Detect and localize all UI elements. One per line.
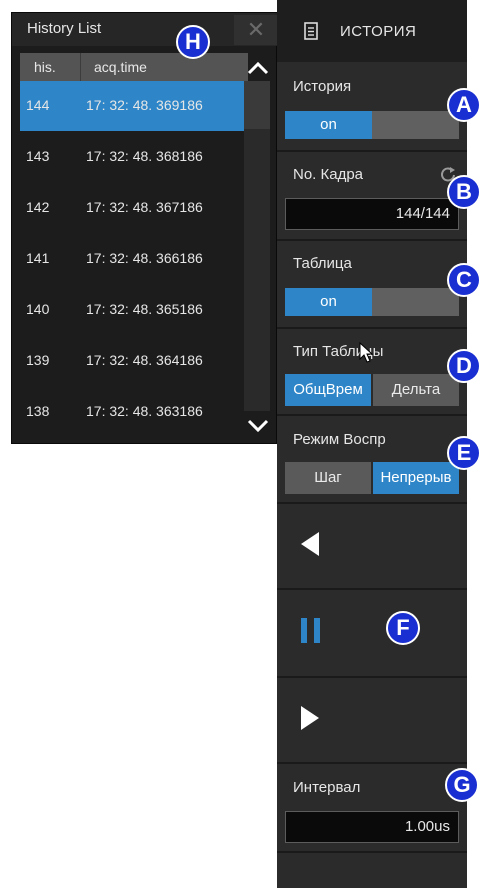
history-list-title: History List	[27, 20, 102, 37]
table-row[interactable]: 138 17: 32: 48. 363186	[20, 387, 248, 437]
history-toggle[interactable]: on	[285, 111, 459, 139]
chevron-up-icon[interactable]	[246, 59, 270, 77]
history-label: История	[293, 78, 352, 95]
scroll-thumb[interactable]	[244, 81, 270, 129]
row-time: 17: 32: 48. 364186	[86, 352, 203, 368]
interval-field[interactable]: 1.00us	[285, 811, 459, 843]
table-row[interactable]: 144 17: 32: 48. 369186	[20, 81, 248, 131]
column-header-acq-time: acq.time	[94, 59, 147, 75]
history-list-panel: History List ✕ his. acq.time 144 17: 32:…	[11, 12, 278, 444]
play-backward-icon	[301, 532, 319, 556]
row-time: 17: 32: 48. 369186	[86, 97, 203, 113]
table-label: Таблица	[293, 255, 352, 272]
table-type-delta-button[interactable]: Дельта	[373, 374, 459, 406]
row-index: 143	[26, 148, 50, 164]
callout-badge-e: E	[447, 436, 481, 470]
document-icon	[304, 22, 318, 40]
table-toggle[interactable]: on	[285, 288, 459, 316]
frame-number-label: No. Кадра	[293, 166, 364, 183]
row-time: 17: 32: 48. 363186	[86, 403, 203, 419]
callout-badge-f: F	[386, 611, 420, 645]
history-scrollbar[interactable]	[242, 53, 278, 443]
chevron-down-icon[interactable]	[246, 417, 270, 435]
close-button[interactable]: ✕	[234, 15, 278, 45]
menu-header: ИСТОРИЯ	[277, 0, 467, 62]
callout-badge-c: C	[447, 263, 481, 297]
table-toggle-on[interactable]: on	[285, 288, 372, 316]
interval-label: Интервал	[293, 779, 361, 796]
callout-badge-a: A	[447, 88, 481, 122]
menu-divider	[277, 150, 467, 152]
history-toggle-on[interactable]: on	[285, 111, 372, 139]
close-icon: ✕	[246, 17, 266, 42]
menu-title: ИСТОРИЯ	[340, 23, 417, 40]
mouse-cursor-icon	[359, 342, 373, 363]
column-divider	[80, 53, 81, 81]
menu-divider	[277, 239, 467, 241]
row-index: 139	[26, 352, 50, 368]
row-index: 141	[26, 250, 50, 266]
table-type-total-time-button[interactable]: ОбщВрем	[285, 374, 371, 406]
callout-badge-d: D	[447, 349, 481, 383]
play-forward-icon	[301, 706, 319, 730]
row-time: 17: 32: 48. 367186	[86, 199, 203, 215]
row-time: 17: 32: 48. 366186	[86, 250, 203, 266]
row-time: 17: 32: 48. 368186	[86, 148, 203, 164]
table-row[interactable]: 140 17: 32: 48. 365186	[20, 285, 248, 335]
callout-badge-h: H	[176, 25, 210, 59]
row-index: 142	[26, 199, 50, 215]
frame-number-field[interactable]: 144/144	[285, 198, 459, 230]
pause-icon	[301, 618, 320, 643]
playback-continuous-button[interactable]: Непрерыв	[373, 462, 459, 494]
scroll-track[interactable]	[244, 81, 270, 411]
menu-divider	[277, 851, 467, 853]
callout-badge-g: G	[445, 768, 479, 802]
pause-button[interactable]	[277, 590, 467, 676]
row-time: 17: 32: 48. 365186	[86, 301, 203, 317]
callout-badge-b: B	[447, 175, 481, 209]
table-row[interactable]: 139 17: 32: 48. 364186	[20, 336, 248, 386]
row-index: 138	[26, 403, 50, 419]
row-index: 144	[26, 97, 50, 113]
playback-step-button[interactable]: Шаг	[285, 462, 371, 494]
table-row[interactable]: 143 17: 32: 48. 368186	[20, 132, 248, 182]
table-row[interactable]: 142 17: 32: 48. 367186	[20, 183, 248, 233]
column-header-his: his.	[34, 59, 56, 75]
playback-mode-label: Режим Воспр	[293, 431, 386, 448]
row-index: 140	[26, 301, 50, 317]
menu-divider	[277, 327, 467, 329]
menu-divider	[277, 762, 467, 764]
history-menu-panel: ИСТОРИЯ История on No. Кадра 144/144 Таб…	[277, 0, 467, 888]
history-table-header: his. acq.time	[20, 53, 248, 81]
table-row[interactable]: 141 17: 32: 48. 366186	[20, 234, 248, 284]
play-backward-button[interactable]	[277, 504, 467, 588]
history-list-titlebar[interactable]: History List ✕	[12, 13, 278, 46]
play-forward-button[interactable]	[277, 678, 467, 762]
menu-divider	[277, 414, 467, 416]
